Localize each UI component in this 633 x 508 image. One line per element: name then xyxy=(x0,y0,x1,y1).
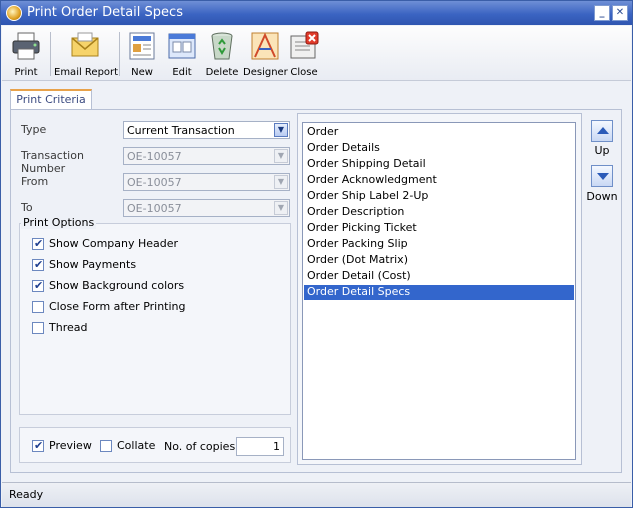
list-item[interactable]: Order Packing Slip xyxy=(304,237,574,252)
list-item[interactable]: Order Ship Label 2-Up xyxy=(304,189,574,204)
list-item[interactable]: Order Detail (Cost) xyxy=(304,269,574,284)
up-label: Up xyxy=(594,144,610,157)
new-label: New xyxy=(131,67,153,78)
print-options-group: ✔ Show Company Header ✔ Show Payments ✔ Show … xyxy=(19,223,291,415)
list-item[interactable]: Order Detail Specs xyxy=(304,285,574,300)
print-options-title: Print Options xyxy=(21,216,97,229)
copies-input[interactable]: 1 xyxy=(236,437,284,456)
email-report-button[interactable]: Email Report xyxy=(54,28,119,80)
designer-icon xyxy=(251,32,279,60)
window-title: Print Order Detail Specs xyxy=(27,5,183,20)
new-button[interactable]: New xyxy=(123,28,161,80)
edit-label: Edit xyxy=(172,67,192,78)
from-value: OE-10057 xyxy=(127,176,182,189)
close-document-icon xyxy=(290,31,319,59)
chevron-down-icon[interactable]: ▼ xyxy=(274,175,288,189)
edit-document-icon xyxy=(168,33,196,59)
toolbar-separator xyxy=(119,32,120,76)
transaction-number-select[interactable]: OE-10057 ▼ xyxy=(123,147,290,165)
print-label: Print xyxy=(14,67,38,78)
print-dialog-window: Print Order Detail Specs _ ✕ Print Email… xyxy=(0,0,633,508)
toolbar-separator xyxy=(50,32,51,76)
close-window-button[interactable]: ✕ xyxy=(612,5,628,21)
print-option-label: Close Form after Printing xyxy=(49,300,186,313)
print-button[interactable]: Print xyxy=(6,28,46,80)
move-down-button[interactable] xyxy=(591,165,613,187)
collate-label: Collate xyxy=(117,439,156,452)
status-bar: Ready xyxy=(2,482,631,507)
down-label: Down xyxy=(586,190,618,203)
copies-label: No. of copies xyxy=(164,440,236,453)
tab-print-criteria[interactable]: Print Criteria xyxy=(10,89,92,110)
report-list-group: Order Order Details Order Shipping Detail O… xyxy=(297,113,582,465)
to-select[interactable]: OE-10057 ▼ xyxy=(123,199,290,217)
list-item[interactable]: Order Picking Ticket xyxy=(304,221,574,236)
checkbox-box[interactable] xyxy=(32,322,44,334)
list-item[interactable]: Order Details xyxy=(304,141,574,156)
collate-checkbox-box[interactable] xyxy=(100,440,112,452)
recycle-bin-icon xyxy=(211,32,233,60)
delete-button[interactable]: Delete xyxy=(203,28,241,80)
email-report-label: Email Report xyxy=(54,67,119,78)
new-document-icon xyxy=(129,32,155,60)
close-label: Close xyxy=(290,67,318,78)
app-icon xyxy=(6,5,22,21)
list-item[interactable]: Order (Dot Matrix) xyxy=(304,253,574,268)
arrow-up-icon xyxy=(597,127,609,134)
arrow-down-icon xyxy=(597,173,609,180)
checkbox-box[interactable] xyxy=(32,301,44,313)
checkmark-icon: ✔ xyxy=(34,279,44,292)
checkbox-box[interactable]: ✔ xyxy=(32,258,44,271)
type-select[interactable]: Current Transaction ▼ xyxy=(123,121,290,139)
envelope-icon xyxy=(71,32,99,57)
list-item[interactable]: Order xyxy=(304,125,574,140)
chevron-down-icon[interactable]: ▼ xyxy=(274,149,288,163)
transaction-number-value: OE-10057 xyxy=(127,150,182,163)
printer-icon xyxy=(12,32,40,60)
list-item[interactable]: Order Description xyxy=(304,205,574,220)
type-value: Current Transaction xyxy=(127,124,235,137)
status-text: Ready xyxy=(9,488,44,501)
list-item[interactable]: Order Acknowledgment xyxy=(304,173,574,188)
checkmark-icon: ✔ xyxy=(34,237,44,250)
toolbar: Print Email Report New Edit Delete Desig… xyxy=(2,26,631,81)
designer-label: Designer xyxy=(243,67,288,78)
delete-label: Delete xyxy=(205,67,239,78)
print-option-label: Show Company Header xyxy=(49,237,179,250)
edit-button[interactable]: Edit xyxy=(163,28,201,80)
checkmark-icon: ✔ xyxy=(34,439,44,452)
print-option-label: Show Background colors xyxy=(49,279,185,292)
chevron-down-icon[interactable]: ▼ xyxy=(274,123,288,137)
checkbox-box[interactable]: ✔ xyxy=(32,279,44,292)
from-label: From xyxy=(21,175,49,188)
designer-button[interactable]: Designer xyxy=(243,28,288,80)
to-value: OE-10057 xyxy=(127,202,182,215)
print-option-label: Show Payments xyxy=(49,258,137,271)
title-bar: Print Order Detail Specs _ ✕ xyxy=(1,1,632,25)
output-options-group: ✔ Preview Collate No. of copies 1 xyxy=(19,427,291,463)
minimize-button[interactable]: _ xyxy=(594,5,610,21)
list-item[interactable]: Order Shipping Detail xyxy=(304,157,574,172)
checkbox-box[interactable]: ✔ xyxy=(32,237,44,250)
move-up-button[interactable] xyxy=(591,120,613,142)
close-button[interactable]: Close xyxy=(287,28,321,80)
chevron-down-icon[interactable]: ▼ xyxy=(274,201,288,215)
report-listbox[interactable]: Order Order Details Order Shipping Detail O… xyxy=(302,122,576,460)
print-criteria-panel: Type Current Transaction ▼ Transaction N… xyxy=(10,109,622,473)
checkmark-icon: ✔ xyxy=(34,258,44,271)
print-option-label: Thread xyxy=(49,321,88,334)
preview-label: Preview xyxy=(49,439,92,452)
transaction-number-label: Transaction Number xyxy=(21,149,84,175)
type-label: Type xyxy=(21,123,47,136)
from-select[interactable]: OE-10057 ▼ xyxy=(123,173,290,191)
preview-checkbox-box[interactable]: ✔ xyxy=(32,439,44,452)
to-label: To xyxy=(21,201,33,214)
